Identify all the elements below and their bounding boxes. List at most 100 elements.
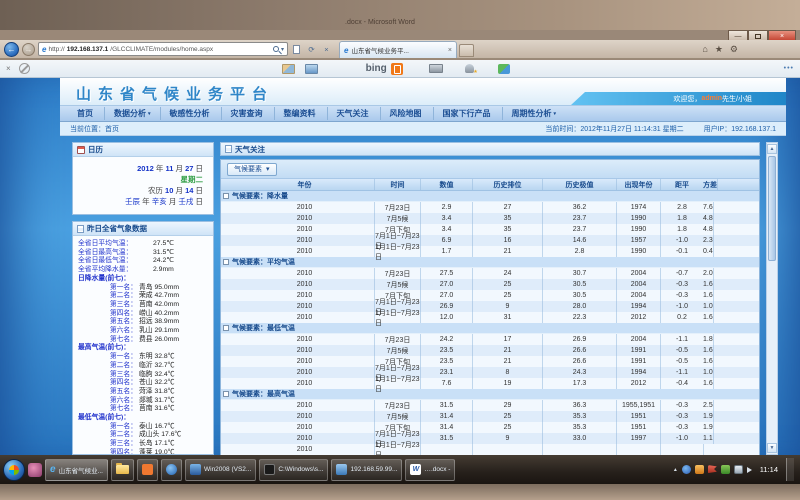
menu-item-label: 周期性分析 xyxy=(512,108,552,119)
menu-item[interactable]: 风险地图 xyxy=(380,107,433,120)
menu-item-label: 数据分析 xyxy=(114,108,146,119)
table-row: 2010 7月5候 31.4 25 xyxy=(221,411,759,422)
section-row: 气候要素：平均气温 xyxy=(221,257,759,268)
close-toolbar-icon[interactable]: × xyxy=(6,64,11,73)
table-cell: 19 xyxy=(473,378,543,389)
menu-item[interactable]: 灾害查询 xyxy=(221,107,274,120)
table-cell: 2010 xyxy=(235,235,375,246)
weather-data-body: 全省日平均气温： 27.5℃ 全省日最高气温： 31.5℃ xyxy=(73,236,213,455)
rank-value: 莒南 31.6℃ xyxy=(137,405,175,414)
more-options-icon[interactable]: ••• xyxy=(784,65,794,72)
address-bar[interactable]: e http://192.168.137.1/GLCCLIMATE/module… xyxy=(38,42,288,56)
table-cell: 36.2 xyxy=(543,202,617,213)
mail-icon[interactable] xyxy=(282,64,295,74)
section-checkbox[interactable] xyxy=(223,259,229,265)
menu-item[interactable]: 周期性分析 ▾ xyxy=(502,107,566,120)
compatibility-button[interactable] xyxy=(290,43,303,56)
table-cell: 21 xyxy=(473,246,543,257)
taskbar-window-button[interactable]: 192.168.59.99... xyxy=(331,459,402,481)
taskbar-clock[interactable]: 11:14 xyxy=(756,465,782,474)
tab-close-icon[interactable]: × xyxy=(448,47,452,54)
section-rows: 2010 7月23日 27.5 24 xyxy=(221,268,759,323)
stop-button[interactable]: × xyxy=(320,43,333,56)
refresh-button[interactable]: ⟳ xyxy=(305,43,318,56)
forward-button[interactable]: → xyxy=(22,43,35,56)
taskbar-browser2-button[interactable] xyxy=(161,459,182,481)
menu-item[interactable]: 敏感性分析 xyxy=(160,107,221,120)
menu-item[interactable]: 整编资料 xyxy=(274,107,327,120)
contact-icon[interactable] xyxy=(465,64,474,73)
taskbar-window-button[interactable]: Win2008 (VS2... xyxy=(185,459,256,481)
scrollbar-thumb[interactable] xyxy=(768,156,776,261)
table-cell: 1994 xyxy=(617,301,661,312)
table-cell: 7月23日 xyxy=(375,334,421,345)
climate-element-filter-button[interactable]: 气候要素 ▾ xyxy=(227,163,277,176)
browser-tab[interactable]: e 山东省气候业务平... × xyxy=(339,41,457,58)
taskbar-window-label: C:\Windows\s... xyxy=(278,466,323,473)
network-icon[interactable] xyxy=(734,465,743,474)
back-button[interactable]: ← xyxy=(4,42,19,57)
taskbar-window-button[interactable]: W ….docx - xyxy=(405,459,455,481)
favorites-star-icon[interactable]: ★ xyxy=(715,44,723,55)
menu-item[interactable]: 数据分析 ▾ xyxy=(104,107,160,120)
table-cell: 2010 xyxy=(235,224,375,235)
search-icon[interactable] xyxy=(273,46,279,52)
rank-group-title: 最高气温(前七)： xyxy=(73,344,213,353)
messenger-tray-icon[interactable] xyxy=(682,465,691,474)
calendar-text: 壬戌 xyxy=(178,197,193,206)
addons-icon[interactable] xyxy=(498,64,510,74)
stat-label: 全省日最低气温： xyxy=(73,257,153,266)
hidden-icons-arrow[interactable]: ▲ xyxy=(673,467,678,473)
share-icon[interactable] xyxy=(305,64,318,74)
vertical-scrollbar[interactable]: ▲ ▼ xyxy=(766,142,778,455)
taskbar-media-button[interactable] xyxy=(137,459,158,481)
table-cell: 35 xyxy=(473,224,543,235)
table-cell: 2010 xyxy=(235,411,375,422)
menu-dropdown-icon: ▾ xyxy=(148,111,151,117)
scroll-up-arrow[interactable]: ▲ xyxy=(767,144,777,154)
menu-item-label: 风险地图 xyxy=(390,108,422,119)
scroll-down-arrow[interactable]: ▼ xyxy=(767,443,777,453)
table-cell: 17.3 xyxy=(543,378,617,389)
rank-label: 第一名： xyxy=(73,353,137,362)
main-panel-title: 天气关注 xyxy=(235,144,265,155)
table-cell: 16 xyxy=(473,235,543,246)
rank-group: 最低气温(前七)： 第一名： 泰山 16.7℃ xyxy=(73,414,213,455)
table-cell: 30.5 xyxy=(543,290,617,301)
pinned-app-icon[interactable] xyxy=(28,463,42,477)
show-desktop-button[interactable] xyxy=(786,458,794,481)
bing-logo[interactable]: bing xyxy=(366,63,387,74)
section-checkbox[interactable] xyxy=(223,193,229,199)
section-checkbox[interactable] xyxy=(223,391,229,397)
home-icon[interactable]: ⌂ xyxy=(702,44,707,55)
camera-icon[interactable] xyxy=(429,64,443,73)
orange-app-icon[interactable] xyxy=(391,63,403,75)
table-cell: 2010 xyxy=(235,367,375,378)
taskbar-explorer-button[interactable] xyxy=(111,459,134,481)
table-row: 2010 7月1日~7月23日 6.9 16 xyxy=(221,235,759,246)
table-cell: 2010 xyxy=(235,202,375,213)
app-icon: W xyxy=(410,464,421,475)
taskbar-window-button[interactable]: C:\Windows\s... xyxy=(259,459,328,481)
menu-item[interactable]: 国家下行产品 xyxy=(433,107,502,120)
address-dropdown-icon[interactable]: ▾ xyxy=(281,46,284,53)
taskbar-ie-button[interactable]: e 山东省气候业... xyxy=(45,459,108,481)
page-icon xyxy=(293,45,300,54)
rank-rows: 第一名： 泰山 16.7℃ 第二名： 成山头 17.6℃ xyxy=(73,423,213,455)
new-tab-button[interactable] xyxy=(459,44,474,57)
update-tray-icon[interactable] xyxy=(721,465,730,474)
table-cell: 1.0 xyxy=(703,301,714,312)
table-cell: 33.0 xyxy=(543,433,617,444)
menu-item[interactable]: 首页 xyxy=(68,107,104,120)
start-button[interactable] xyxy=(3,459,25,481)
table-cell: 2010 xyxy=(235,433,375,444)
action-center-flag-icon[interactable] xyxy=(708,465,717,474)
table-cell: 9 xyxy=(473,301,543,312)
menu-item[interactable]: 天气关注 xyxy=(327,107,380,120)
desktop-wallpaper-bottom xyxy=(0,484,800,500)
volume-icon[interactable] xyxy=(747,467,752,473)
section-checkbox[interactable] xyxy=(223,325,229,331)
gear-icon[interactable]: ⚙ xyxy=(730,44,738,55)
security-tray-icon[interactable] xyxy=(695,465,704,474)
rank-row: 第二名： 临沂 32.7℃ xyxy=(73,362,213,371)
